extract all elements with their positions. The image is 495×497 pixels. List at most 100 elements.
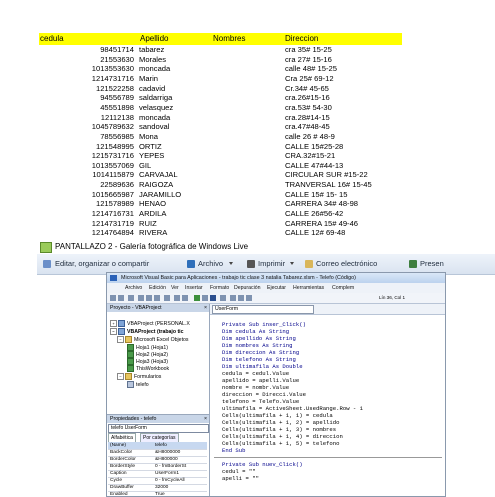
undo-icon[interactable] [174, 295, 180, 301]
menu-item-depuracion[interactable]: Depuración [234, 283, 261, 293]
property-value[interactable]: UserForm1 [155, 470, 207, 477]
redo-icon[interactable] [182, 295, 188, 301]
insert-module-icon[interactable] [118, 295, 124, 301]
tree-node-formularios[interactable]: − Formularios [117, 373, 161, 380]
code-line[interactable]: Dim telefono As String [222, 356, 296, 363]
property-row[interactable]: Enabled True [108, 491, 207, 496]
close-icon[interactable]: × [204, 415, 207, 423]
code-line[interactable]: telefono = Telefo.Value [222, 398, 299, 405]
menu-item-herramientas[interactable]: Herramientas [293, 283, 324, 293]
code-line[interactable]: Dim nombres As String [222, 342, 293, 349]
print-button[interactable]: Imprimir [258, 254, 285, 274]
menu-item-ejecutar[interactable]: Ejecutar [267, 283, 286, 293]
object-browser-icon[interactable] [246, 295, 252, 301]
tree-node-hoja1[interactable]: Hoja1 (Hoja1) [127, 344, 168, 351]
pause-icon[interactable] [202, 295, 208, 301]
header-direccion: Direccion [285, 34, 319, 43]
tree-node-hoja3[interactable]: Hoja3 (Hoja3) [127, 358, 168, 365]
menu-item-ver[interactable]: Ver [171, 283, 179, 293]
object-selector[interactable]: telefo UserForm [108, 424, 209, 433]
property-name: BorderColor [110, 457, 136, 462]
find-icon[interactable] [164, 295, 170, 301]
menu-item-insertar[interactable]: Insertar [185, 283, 203, 293]
property-value[interactable]: telefo [155, 442, 207, 449]
cell-cedula: 1214731719 [91, 218, 134, 228]
excel-icon[interactable] [110, 295, 116, 301]
code-line[interactable]: cedula = cedul.Value [222, 370, 289, 377]
menu-item-edicion[interactable]: Edición [149, 283, 166, 293]
object-combo[interactable]: UserForm [212, 305, 314, 314]
property-value[interactable]: &H800000 [155, 456, 207, 463]
property-value[interactable]: 0 - fmCycleAll [155, 477, 207, 484]
property-value[interactable]: True [155, 491, 207, 496]
edit-share-button[interactable]: Editar, organizar o compartir [55, 254, 149, 274]
code-line[interactable]: apelli = "" [222, 475, 259, 482]
copy-icon[interactable] [146, 295, 152, 301]
code-line[interactable]: Dim cedula As String [222, 328, 289, 335]
cell-direccion: cra.47#48-45 [285, 122, 330, 132]
collapse-icon[interactable]: − [117, 373, 124, 380]
expand-icon[interactable]: + [110, 320, 117, 327]
code-window[interactable]: UserForm Private Sub inser_Click() Dim ce… [210, 304, 445, 496]
code-line[interactable]: direccion = Direcci.Value [222, 391, 306, 398]
code-line[interactable]: End Sub [222, 447, 246, 454]
code-line[interactable]: Dim ultimafila As Double [222, 363, 303, 370]
menu-item-archivo[interactable]: Archivo [125, 283, 142, 293]
tree-node-excel-objects[interactable]: − Microsoft Excel Objetos [117, 336, 189, 343]
menu-item-complementos[interactable]: Complem [332, 283, 354, 293]
close-icon[interactable]: × [204, 304, 207, 312]
tree-node-telefo[interactable]: telefo [127, 381, 149, 388]
code-line[interactable]: Cells(ultimafila + 1, 3) = nombres [222, 426, 336, 433]
cell-direccion: cra 27# 15-16 [285, 54, 332, 64]
vba-editor-screenshot: Microsoft Visual Basic para Aplicaciones… [106, 272, 446, 497]
cell-apellido: HENAO [139, 199, 167, 209]
file-menu-button[interactable]: Archivo [198, 254, 223, 274]
project-explorer-icon[interactable] [230, 295, 236, 301]
property-value[interactable]: 0 - fmBorderSt [155, 463, 207, 470]
menu-item-formato[interactable]: Formato [210, 283, 229, 293]
code-line[interactable]: nombre = nombr.Value [222, 384, 289, 391]
chevron-down-icon [290, 262, 294, 265]
paste-icon[interactable] [154, 295, 160, 301]
tree-node-personal[interactable]: + VBAProject (PERSONAL.X [110, 320, 190, 327]
properties-icon[interactable] [238, 295, 244, 301]
code-line[interactable]: Cells(ultimafila + 1, 1) = cedula [222, 412, 333, 419]
code-line[interactable]: apellido = apelli.Value [222, 377, 299, 384]
code-line[interactable]: Dim direccion As String [222, 349, 299, 356]
cell-direccion: cra.26#15-16 [285, 93, 330, 103]
collapse-icon[interactable]: − [110, 328, 117, 335]
workbook-icon [127, 365, 134, 372]
tree-node-trabajo[interactable]: − VBAProject (trabajo tic [110, 328, 184, 335]
code-line[interactable]: Dim apellido As String [222, 335, 296, 342]
code-line[interactable]: cedul = "" [222, 468, 256, 475]
email-button[interactable]: Correo electrónico [316, 254, 377, 274]
properties-tabs: Alfabética Por categorías [108, 433, 207, 443]
tree-node-thisworkbook[interactable]: ThisWorkbook [127, 365, 169, 372]
tree-node-hoja2[interactable]: Hoja2 (Hoja2) [127, 351, 168, 358]
cell-direccion: CALLE 26#56-42 [285, 209, 344, 219]
run-icon[interactable] [194, 295, 200, 301]
code-line[interactable]: ultimafila = ActiveSheet.UsedRange.Row -… [222, 405, 363, 412]
table-row: 1214731719 RUIZ CARRERA 15# 49-46 [39, 219, 419, 228]
cell-cedula: 1013553630 [91, 64, 134, 74]
cut-icon[interactable] [138, 295, 144, 301]
code-line[interactable]: Cells(ultimafila + 1, 2) = apellido [222, 419, 340, 426]
header-cedula: cedula [40, 34, 64, 43]
cell-direccion: calle 26 # 48-9 [285, 131, 335, 141]
properties-title: Propiedades - telefo [110, 416, 157, 422]
code-line[interactable]: Private Sub inser_Click() [222, 321, 306, 328]
table-row: 1013557069 GIL CALLE 47#44-13 [39, 161, 419, 170]
code-line[interactable]: Cells(ultimafila + 1, 5) = telefono [222, 440, 340, 447]
tree-node-label: Formularios [134, 373, 162, 380]
folder-icon [125, 373, 132, 380]
stop-icon[interactable] [210, 295, 216, 301]
present-button[interactable]: Presen [420, 254, 444, 274]
property-value[interactable]: 32000 [155, 484, 207, 491]
design-mode-icon[interactable] [220, 295, 226, 301]
collapse-icon[interactable]: − [117, 336, 124, 343]
code-line[interactable]: Private Sub nuev_Click() [222, 461, 303, 468]
code-line[interactable]: Cells(ultimafila + 1, 4) = direccion [222, 433, 343, 440]
save-icon[interactable] [128, 295, 134, 301]
property-value[interactable]: &H8000000 [155, 449, 207, 456]
object-combo-value: UserForm [215, 306, 239, 312]
